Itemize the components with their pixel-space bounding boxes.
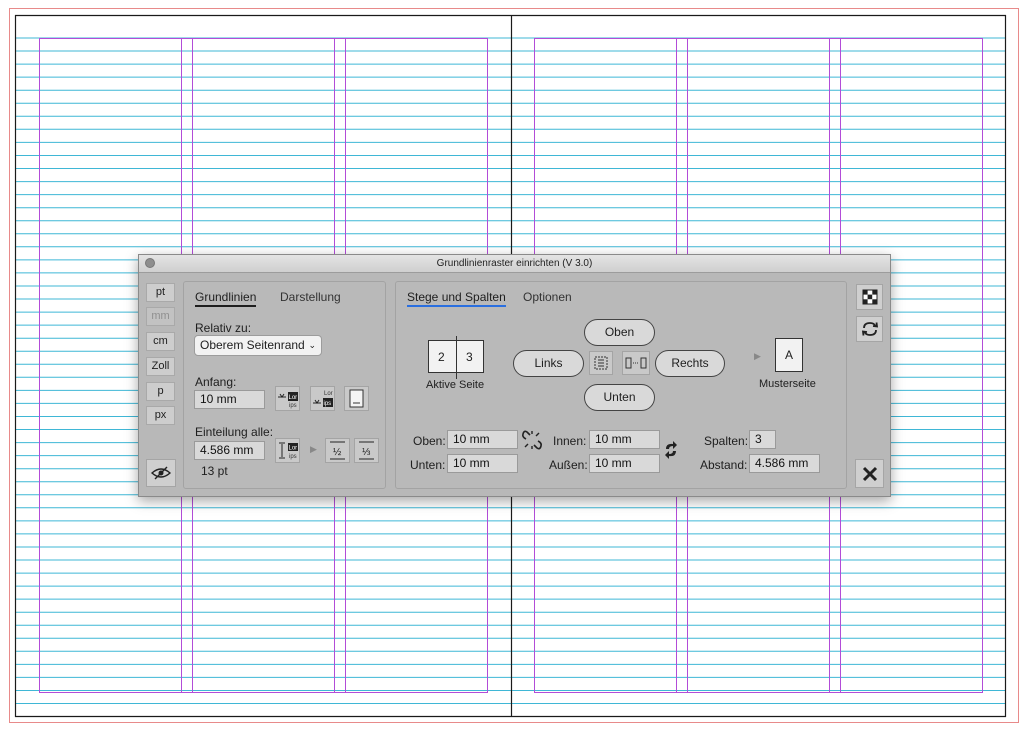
fraction-half-icon: ½ xyxy=(330,441,345,460)
tab-darstellung[interactable]: Darstellung xyxy=(280,290,341,304)
grid-pattern-button[interactable] xyxy=(856,284,883,310)
stege-spalten-panel: Stege und Spalten Optionen 2 3 Aktive Se… xyxy=(395,281,847,489)
tab-stege-und-spalten[interactable]: Stege und Spalten xyxy=(407,290,506,307)
grundlinien-panel: Grundlinien Darstellung Relativ zu: Ober… xyxy=(183,281,386,489)
unlink-margins-button[interactable] xyxy=(521,429,543,451)
active-spread-preview[interactable]: 2 3 xyxy=(428,336,484,379)
svg-text:½: ½ xyxy=(333,447,342,458)
refresh-icon xyxy=(861,322,878,336)
page-bottom-icon xyxy=(349,389,364,408)
spalten-label: Spalten: xyxy=(704,434,749,448)
unit-button-p[interactable]: p xyxy=(146,382,175,401)
relativ-label: Relativ zu: xyxy=(195,321,252,335)
musterseite-label: Musterseite xyxy=(759,378,816,390)
unit-button-zoll[interactable]: Zoll xyxy=(146,357,175,376)
column-gutter-button[interactable] xyxy=(622,351,650,375)
links-button[interactable]: Links xyxy=(513,350,584,377)
anfang-label: Anfang: xyxy=(195,375,237,389)
close-dialog-button[interactable] xyxy=(855,459,884,488)
page-number-left: 2 xyxy=(438,350,445,364)
relativ-select-value: Oberem Seitenrand xyxy=(200,338,305,352)
einteilung-leading-button[interactable]: Lor ips xyxy=(275,438,300,463)
anfang-page-button[interactable] xyxy=(344,386,369,411)
text-baseline-bottom-icon: Lor ips xyxy=(313,391,333,407)
abstand-label: Abstand: xyxy=(700,458,748,472)
abstand-input[interactable]: 4.586 mm xyxy=(749,454,820,473)
svg-text:ips: ips xyxy=(324,401,332,407)
unit-button-pt[interactable]: pt xyxy=(146,283,175,302)
unit-button-cm[interactable]: cm xyxy=(146,332,175,351)
svg-text:Lor: Lor xyxy=(324,391,333,397)
swap-arrows-icon xyxy=(665,441,677,459)
tab-grundlinien[interactable]: Grundlinien xyxy=(195,290,257,307)
svg-text:Lor: Lor xyxy=(289,446,298,452)
tab-optionen[interactable]: Optionen xyxy=(523,290,572,304)
broken-chain-icon xyxy=(522,430,542,450)
master-page-preview[interactable]: A xyxy=(775,338,803,372)
visibility-toggle-button[interactable] xyxy=(146,459,176,487)
aussen-input[interactable]: 10 mm xyxy=(589,454,660,473)
swap-inner-outer-button[interactable] xyxy=(663,440,679,460)
unten-button[interactable]: Unten xyxy=(584,384,655,411)
oben-input[interactable]: 10 mm xyxy=(447,430,518,449)
columns-gutter-icon xyxy=(625,357,647,369)
fraction-third-icon: ⅓ xyxy=(359,441,374,460)
innen-label: Innen: xyxy=(553,434,587,448)
unten-input[interactable]: 10 mm xyxy=(447,454,518,473)
innen-input[interactable]: 10 mm xyxy=(589,430,660,449)
dialog-titlebar[interactable]: Grundlinienraster einrichten (V 3.0) xyxy=(139,255,890,273)
relativ-select[interactable]: Oberem Seitenrand ⌄ xyxy=(194,335,322,356)
window-close-dot[interactable] xyxy=(145,258,155,268)
svg-text:ips: ips xyxy=(289,454,297,460)
einteilung-third-button[interactable]: ⅓ xyxy=(354,438,379,463)
oben-button[interactable]: Oben xyxy=(584,319,655,346)
checkerboard-icon xyxy=(862,289,877,305)
text-baseline-top-icon: Lor ips xyxy=(278,392,298,409)
spalten-input[interactable]: 3 xyxy=(749,430,776,449)
all-margins-button[interactable] xyxy=(589,351,613,375)
arrow-right-icon: ▶ xyxy=(310,444,317,454)
aussen-label: Außen: xyxy=(549,458,588,472)
einteilung-pt-readout: 13 pt xyxy=(201,464,228,478)
text-leading-icon: Lor ips xyxy=(279,442,298,460)
refresh-button[interactable] xyxy=(856,316,883,342)
svg-text:⅓: ⅓ xyxy=(362,447,371,458)
anfang-input[interactable]: 10 mm xyxy=(194,390,265,409)
oben-label: Oben: xyxy=(413,434,446,448)
dialog-title: Grundlinienraster einrichten (V 3.0) xyxy=(436,258,593,269)
aktive-seite-label: Aktive Seite xyxy=(426,379,485,391)
chevron-down-icon: ⌄ xyxy=(308,340,316,350)
anfang-baseline-bottom-button[interactable]: Lor ips xyxy=(310,386,335,411)
eye-hidden-icon xyxy=(151,466,171,480)
close-icon xyxy=(862,466,877,481)
anfang-baseline-top-button[interactable]: Lor ips xyxy=(275,386,300,411)
svg-text:Lor: Lor xyxy=(289,395,298,401)
arrow-right-icon: ▶ xyxy=(754,351,761,361)
unit-button-mm[interactable]: mm xyxy=(146,307,175,326)
unit-button-px[interactable]: px xyxy=(146,406,175,425)
svg-text:ips: ips xyxy=(289,403,297,409)
einteilung-label: Einteilung alle: xyxy=(195,425,274,439)
margins-all-icon xyxy=(594,356,608,370)
einteilung-half-button[interactable]: ½ xyxy=(325,438,350,463)
unten-label: Unten: xyxy=(410,458,446,472)
spine-divider xyxy=(456,336,457,379)
einteilung-input[interactable]: 4.586 mm xyxy=(194,441,265,460)
baseline-grid-dialog: Grundlinienraster einrichten (V 3.0) pt … xyxy=(138,254,891,497)
page-number-right: 3 xyxy=(466,350,473,364)
rechts-button[interactable]: Rechts xyxy=(655,350,725,377)
